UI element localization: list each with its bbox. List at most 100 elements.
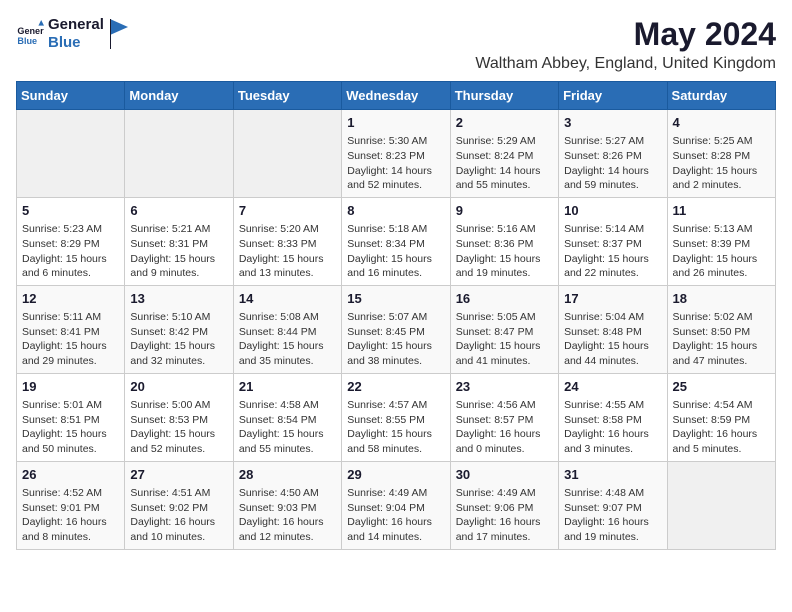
day-info: Sunrise: 4:55 AMSunset: 8:58 PMDaylight:… — [564, 398, 661, 457]
day-number: 7 — [239, 202, 336, 220]
day-number: 23 — [456, 378, 553, 396]
day-number: 26 — [22, 466, 119, 484]
calendar-cell: 10 Sunrise: 5:14 AMSunset: 8:37 PMDayligh… — [559, 197, 667, 285]
day-info: Sunrise: 5:14 AMSunset: 8:37 PMDaylight:… — [564, 222, 661, 281]
header: General Blue General Blue May 2024 Walth… — [16, 16, 776, 73]
week-row-2: 5Sunrise: 5:23 AMSunset: 8:29 PMDaylight… — [17, 197, 776, 285]
day-info: Sunrise: 5:21 AMSunset: 8:31 PMDaylight:… — [130, 222, 227, 281]
weekday-saturday: Saturday — [667, 82, 775, 110]
day-number: 1 — [347, 114, 444, 132]
day-number: 29 — [347, 466, 444, 484]
calendar-cell: 7 Sunrise: 5:20 AMSunset: 8:33 PMDaylight… — [233, 197, 341, 285]
weekday-sunday: Sunday — [17, 82, 125, 110]
day-info: Sunrise: 4:58 AMSunset: 8:54 PMDaylight:… — [239, 398, 336, 457]
day-number: 8 — [347, 202, 444, 220]
calendar-cell: 20 Sunrise: 5:00 AMSunset: 8:53 PMDayligh… — [125, 373, 233, 461]
calendar-cell: 4 Sunrise: 5:25 AMSunset: 8:28 PMDaylight… — [667, 110, 775, 198]
calendar-cell: 30Sunrise: 4:49 AMSunset: 9:06 PMDayligh… — [450, 461, 558, 549]
day-info: Sunrise: 4:57 AMSunset: 8:55 PMDaylight:… — [347, 398, 444, 457]
day-number: 21 — [239, 378, 336, 396]
calendar-cell: 17 Sunrise: 5:04 AMSunset: 8:48 PMDayligh… — [559, 285, 667, 373]
day-info: Sunrise: 5:20 AMSunset: 8:33 PMDaylight:… — [239, 222, 336, 281]
day-number: 11 — [673, 202, 770, 220]
day-number: 18 — [673, 290, 770, 308]
calendar-cell — [125, 110, 233, 198]
day-info: Sunrise: 4:50 AMSunset: 9:03 PMDaylight:… — [239, 486, 336, 545]
weekday-wednesday: Wednesday — [342, 82, 450, 110]
weekday-friday: Friday — [559, 82, 667, 110]
day-info: Sunrise: 5:25 AMSunset: 8:28 PMDaylight:… — [673, 134, 770, 193]
day-info: Sunrise: 4:54 AMSunset: 8:59 PMDaylight:… — [673, 398, 770, 457]
weekday-header-row: SundayMondayTuesdayWednesdayThursdayFrid… — [17, 82, 776, 110]
calendar-cell: 28 Sunrise: 4:50 AMSunset: 9:03 PMDayligh… — [233, 461, 341, 549]
calendar-cell: 8 Sunrise: 5:18 AMSunset: 8:34 PMDaylight… — [342, 197, 450, 285]
calendar-cell: 9Sunrise: 5:16 AMSunset: 8:36 PMDaylight… — [450, 197, 558, 285]
calendar-cell: 25 Sunrise: 4:54 AMSunset: 8:59 PMDayligh… — [667, 373, 775, 461]
svg-text:Blue: Blue — [17, 36, 37, 46]
calendar-cell: 22 Sunrise: 4:57 AMSunset: 8:55 PMDayligh… — [342, 373, 450, 461]
day-number: 24 — [564, 378, 661, 396]
calendar-cell: 12Sunrise: 5:11 AMSunset: 8:41 PMDayligh… — [17, 285, 125, 373]
calendar-cell: 19 Sunrise: 5:01 AMSunset: 8:51 PMDayligh… — [17, 373, 125, 461]
weekday-monday: Monday — [125, 82, 233, 110]
day-info: Sunrise: 5:02 AMSunset: 8:50 PMDaylight:… — [673, 310, 770, 369]
main-title: May 2024 — [475, 16, 776, 53]
day-number: 28 — [239, 466, 336, 484]
day-info: Sunrise: 5:08 AMSunset: 8:44 PMDaylight:… — [239, 310, 336, 369]
day-number: 25 — [673, 378, 770, 396]
svg-text:General: General — [17, 26, 44, 36]
day-number: 16 — [456, 290, 553, 308]
day-info: Sunrise: 5:04 AMSunset: 8:48 PMDaylight:… — [564, 310, 661, 369]
calendar-cell: 2Sunrise: 5:29 AMSunset: 8:24 PMDaylight… — [450, 110, 558, 198]
calendar-cell: 3 Sunrise: 5:27 AMSunset: 8:26 PMDaylight… — [559, 110, 667, 198]
day-info: Sunrise: 5:01 AMSunset: 8:51 PMDaylight:… — [22, 398, 119, 457]
calendar-cell — [667, 461, 775, 549]
logo-icon: General Blue — [16, 20, 44, 48]
calendar-cell: 5Sunrise: 5:23 AMSunset: 8:29 PMDaylight… — [17, 197, 125, 285]
calendar-cell: 18 Sunrise: 5:02 AMSunset: 8:50 PMDayligh… — [667, 285, 775, 373]
calendar-cell — [17, 110, 125, 198]
day-info: Sunrise: 5:27 AMSunset: 8:26 PMDaylight:… — [564, 134, 661, 193]
day-info: Sunrise: 4:49 AMSunset: 9:04 PMDaylight:… — [347, 486, 444, 545]
day-info: Sunrise: 5:29 AMSunset: 8:24 PMDaylight:… — [456, 134, 553, 193]
logo-blue: Blue — [48, 34, 104, 52]
day-info: Sunrise: 5:11 AMSunset: 8:41 PMDaylight:… — [22, 310, 119, 369]
calendar-cell: 14 Sunrise: 5:08 AMSunset: 8:44 PMDayligh… — [233, 285, 341, 373]
day-number: 30 — [456, 466, 553, 484]
week-row-4: 19 Sunrise: 5:01 AMSunset: 8:51 PMDayligh… — [17, 373, 776, 461]
weekday-thursday: Thursday — [450, 82, 558, 110]
title-area: May 2024 Waltham Abbey, England, United … — [475, 16, 776, 73]
day-info: Sunrise: 5:05 AMSunset: 8:47 PMDaylight:… — [456, 310, 553, 369]
day-info: Sunrise: 5:00 AMSunset: 8:53 PMDaylight:… — [130, 398, 227, 457]
day-info: Sunrise: 5:07 AMSunset: 8:45 PMDaylight:… — [347, 310, 444, 369]
day-number: 10 — [564, 202, 661, 220]
day-number: 14 — [239, 290, 336, 308]
day-number: 5 — [22, 202, 119, 220]
calendar-cell: 1 Sunrise: 5:30 AMSunset: 8:23 PMDaylight… — [342, 110, 450, 198]
day-number: 22 — [347, 378, 444, 396]
day-number: 4 — [673, 114, 770, 132]
week-row-3: 12Sunrise: 5:11 AMSunset: 8:41 PMDayligh… — [17, 285, 776, 373]
day-number: 3 — [564, 114, 661, 132]
day-info: Sunrise: 5:30 AMSunset: 8:23 PMDaylight:… — [347, 134, 444, 193]
day-number: 20 — [130, 378, 227, 396]
calendar-cell: 29 Sunrise: 4:49 AMSunset: 9:04 PMDayligh… — [342, 461, 450, 549]
day-number: 17 — [564, 290, 661, 308]
calendar-cell: 24 Sunrise: 4:55 AMSunset: 8:58 PMDayligh… — [559, 373, 667, 461]
calendar-cell: 13Sunrise: 5:10 AMSunset: 8:42 PMDayligh… — [125, 285, 233, 373]
day-info: Sunrise: 5:18 AMSunset: 8:34 PMDaylight:… — [347, 222, 444, 281]
logo-general: General — [48, 16, 104, 34]
calendar-cell: 26Sunrise: 4:52 AMSunset: 9:01 PMDayligh… — [17, 461, 125, 549]
day-info: Sunrise: 5:10 AMSunset: 8:42 PMDaylight:… — [130, 310, 227, 369]
logo-flag-icon — [110, 19, 128, 49]
day-number: 19 — [22, 378, 119, 396]
calendar-cell: 31 Sunrise: 4:48 AMSunset: 9:07 PMDayligh… — [559, 461, 667, 549]
day-number: 31 — [564, 466, 661, 484]
calendar-cell — [233, 110, 341, 198]
calendar-cell: 16 Sunrise: 5:05 AMSunset: 8:47 PMDayligh… — [450, 285, 558, 373]
calendar-cell: 11 Sunrise: 5:13 AMSunset: 8:39 PMDayligh… — [667, 197, 775, 285]
day-info: Sunrise: 4:48 AMSunset: 9:07 PMDaylight:… — [564, 486, 661, 545]
calendar-body: 1 Sunrise: 5:30 AMSunset: 8:23 PMDaylight… — [17, 110, 776, 550]
day-info: Sunrise: 5:13 AMSunset: 8:39 PMDaylight:… — [673, 222, 770, 281]
day-info: Sunrise: 4:56 AMSunset: 8:57 PMDaylight:… — [456, 398, 553, 457]
